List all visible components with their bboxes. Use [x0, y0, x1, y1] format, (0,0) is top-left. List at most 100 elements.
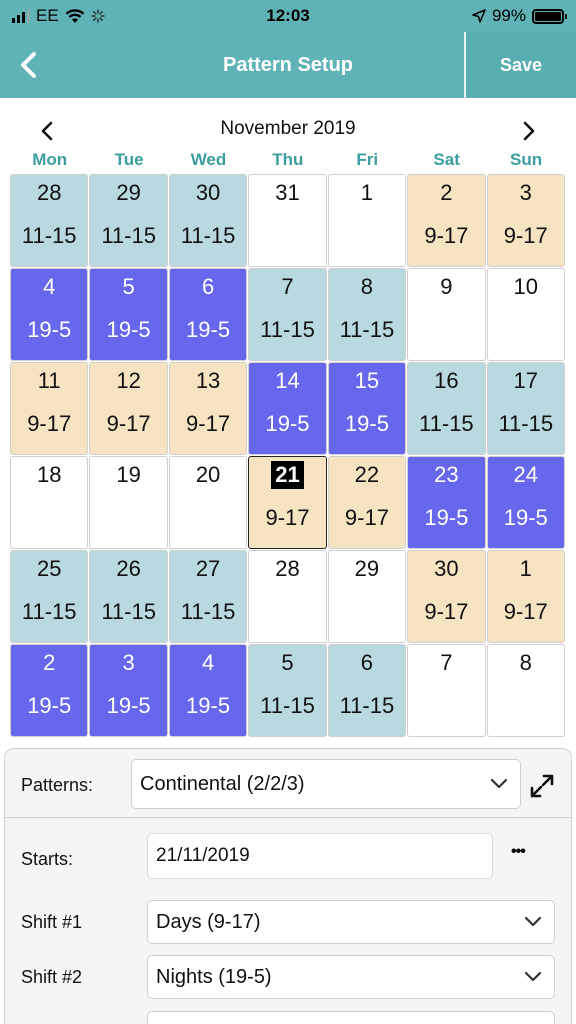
day-number: 16 — [434, 368, 459, 393]
calendar-day[interactable]: 30 9-17 — [407, 550, 486, 643]
shift1-label: Shift #1 — [21, 912, 83, 932]
calendar-day[interactable]: 3 19-5 — [89, 644, 168, 737]
shift-time: 11-15 — [101, 223, 156, 248]
more-options-icon[interactable]: ••• — [511, 843, 526, 861]
next-month-chevron-icon[interactable] — [516, 118, 540, 144]
calendar-day[interactable]: 7 — [407, 644, 486, 737]
calendar-day[interactable]: 1 — [327, 174, 407, 267]
status-bar: EE 12:03 99% — [0, 0, 576, 32]
calendar-day[interactable]: 7 11-15 — [248, 268, 327, 361]
shift-time: 11-15 — [180, 599, 236, 624]
shift-time: 19-5 — [27, 693, 72, 718]
weekday-label: Sat — [433, 150, 460, 169]
chevron-down-icon — [524, 971, 542, 982]
expand-icon[interactable] — [529, 773, 555, 799]
calendar-day[interactable]: 24 19-5 — [486, 456, 565, 549]
day-number: 25 — [36, 556, 62, 581]
calendar-day[interactable]: 28 11-15 — [10, 174, 89, 267]
calendar-day[interactable]: 6 19-5 — [168, 268, 248, 361]
calendar-day-today[interactable]: 21 9-17 — [248, 456, 327, 549]
shift-time: 11-15 — [21, 599, 77, 624]
day-number: 2 — [440, 180, 453, 205]
calendar-day[interactable]: 5 19-5 — [89, 268, 168, 361]
day-number: 28 — [36, 180, 62, 205]
shift2-select[interactable]: Nights (19-5) — [147, 955, 555, 999]
day-number: 27 — [195, 556, 221, 581]
calendar-day[interactable]: 16 11-15 — [407, 362, 486, 455]
calendar-day[interactable]: 29 11-15 — [89, 174, 168, 267]
calendar-day[interactable]: 8 11-15 — [327, 268, 407, 361]
calendar-day[interactable]: 3 9-17 — [486, 174, 565, 267]
shift-time: 9-17 — [27, 411, 72, 436]
shift1-select[interactable]: Days (9-17) — [147, 900, 555, 944]
battery-percent: 99% — [491, 6, 526, 25]
calendar-day[interactable]: 23 19-5 — [407, 456, 486, 549]
weekday-label: Tue — [114, 150, 144, 169]
calendar-day[interactable]: 18 — [10, 456, 89, 549]
patterns-select[interactable]: Continental (2/2/3) — [131, 759, 521, 809]
calendar-day[interactable]: 28 — [248, 550, 327, 643]
shift-time: 9-17 — [424, 599, 469, 624]
day-number: 5 — [281, 650, 294, 675]
calendar-day[interactable]: 29 — [327, 550, 407, 643]
calendar-grid: 28 11-15 29 11-15 30 11-15 31 1 2 9-17 3 9-17 4 19-5 5… — [10, 174, 566, 738]
calendar-day[interactable]: 15 19-5 — [327, 362, 407, 455]
calendar-day[interactable]: 8 — [486, 644, 565, 737]
day-number: 4 — [201, 650, 215, 675]
calendar-day[interactable]: 17 11-15 — [486, 362, 565, 455]
calendar-day[interactable]: 13 9-17 — [168, 362, 248, 455]
shift-time: 19-5 — [186, 693, 231, 718]
day-number: 19 — [116, 462, 141, 487]
calendar-day[interactable]: 9 — [407, 268, 486, 361]
day-number: 22 — [354, 462, 380, 487]
calendar-day[interactable]: 20 — [168, 456, 248, 549]
calendar-day[interactable]: 2 19-5 — [10, 644, 89, 737]
day-number: 18 — [36, 462, 62, 487]
day-number: 6 — [201, 274, 215, 299]
day-number: 20 — [195, 462, 221, 487]
calendar-day[interactable]: 2 9-17 — [407, 174, 486, 267]
calendar-day[interactable]: 31 — [248, 174, 327, 267]
shift-time: 19-5 — [27, 317, 72, 342]
shift1-value: Days (9-17) — [156, 910, 261, 933]
shift-time: 11-15 — [260, 317, 315, 342]
calendar-day[interactable]: 30 11-15 — [168, 174, 248, 267]
calendar-day[interactable]: 25 11-15 — [10, 550, 89, 643]
shift3-select[interactable] — [147, 1011, 555, 1024]
calendar-day[interactable]: 19 — [89, 456, 168, 549]
day-number: 3 — [519, 180, 532, 205]
weekday-label: Fri — [356, 150, 379, 169]
shift-time: 11-15 — [339, 317, 395, 342]
shift-time: 9-17 — [106, 411, 151, 436]
day-number: 7 — [281, 274, 294, 299]
shift-time: 19-5 — [106, 693, 151, 718]
day-number: 17 — [513, 368, 539, 393]
calendar-day[interactable]: 27 11-15 — [168, 550, 248, 643]
calendar-day[interactable]: 11 9-17 — [10, 362, 89, 455]
shift-time: 11-15 — [21, 223, 77, 248]
day-number: 31 — [275, 180, 300, 205]
day-number: 6 — [360, 650, 374, 675]
calendar-day[interactable]: 5 11-15 — [248, 644, 327, 737]
day-number: 1 — [519, 556, 532, 581]
calendar-day[interactable]: 26 11-15 — [89, 550, 168, 643]
day-number: 8 — [519, 650, 532, 675]
day-number: 29 — [116, 180, 141, 205]
calendar-day[interactable]: 14 19-5 — [248, 362, 327, 455]
day-number: 8 — [360, 274, 374, 299]
day-number: 21 — [271, 461, 304, 489]
month-title: November 2019 — [220, 118, 356, 139]
starts-date-field[interactable]: 21/11/2019 — [147, 833, 493, 879]
calendar-day[interactable]: 22 9-17 — [327, 456, 407, 549]
calendar-day[interactable]: 12 9-17 — [89, 362, 168, 455]
calendar-day[interactable]: 1 9-17 — [486, 550, 565, 643]
calendar-day[interactable]: 4 19-5 — [10, 268, 89, 361]
shift-time: 19-5 — [265, 411, 310, 436]
calendar-day[interactable]: 6 11-15 — [327, 644, 407, 737]
shift-time: 19-5 — [424, 505, 469, 530]
save-button[interactable]: Save — [466, 32, 576, 98]
shift-time: 11-15 — [260, 693, 315, 718]
calendar-day[interactable]: 10 — [486, 268, 565, 361]
day-number: 23 — [434, 462, 459, 487]
calendar-day[interactable]: 4 19-5 — [168, 644, 248, 737]
